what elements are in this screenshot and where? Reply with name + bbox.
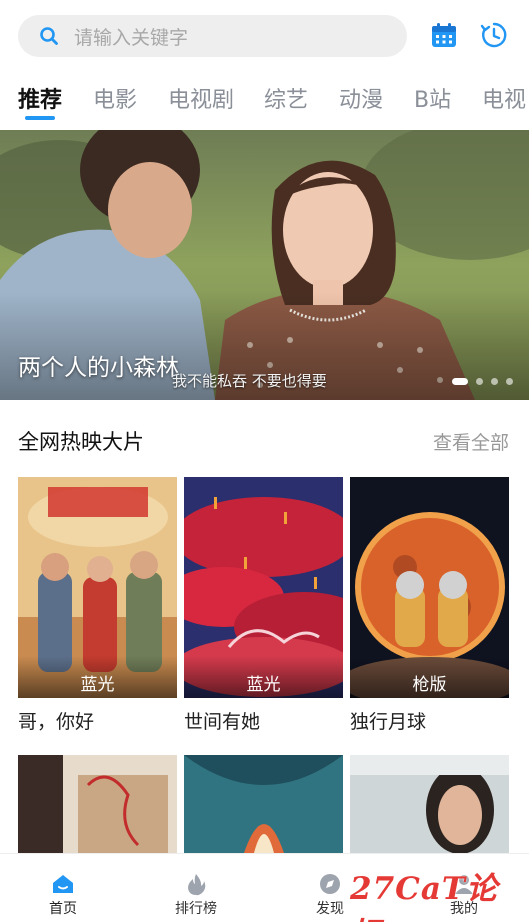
nav-label: 首页 [49,901,77,917]
banner-subtitle: 我不能私吞 不要也得要 [172,372,327,390]
view-all-link[interactable]: 查看全部 [433,428,509,455]
home-icon [53,875,73,893]
calendar-icon[interactable] [429,20,459,50]
nav-home[interactable]: 首页 [18,854,108,922]
search-placeholder: 请输入关键字 [74,26,189,49]
movie-title: 独行月球 [350,711,427,733]
pagination-dot[interactable] [476,378,483,385]
fire-icon [188,874,206,896]
watermark: 27CaT论坛 [350,871,498,922]
banner-title: 两个人的小森林 [18,355,179,381]
section-title: 全网热映大片 [18,430,144,454]
nav-label: 排行榜 [175,901,217,917]
pagination-dot[interactable] [506,378,513,385]
movie-poster: 枪版 [350,477,509,698]
top-bar: 请输入关键字 [0,0,529,70]
pagination-dot[interactable] [452,378,468,385]
section-header: 全网热映大片 查看全部 [18,424,509,458]
category-tabs: 推荐 电影 电视剧 综艺 动漫 B站 电视 [0,78,529,126]
quality-badge: 枪版 [350,656,509,698]
tab-anime[interactable]: 动漫 [339,82,383,114]
history-clock-icon[interactable] [479,20,509,50]
search-bar[interactable]: 请输入关键字 [18,15,407,57]
hero-banner[interactable]: 两个人的小森林 我不能私吞 不要也得要 [0,130,529,400]
active-tab-indicator [25,116,55,120]
tab-tv[interactable]: 电视 [482,82,526,114]
tab-bilibili[interactable]: B站 [414,82,451,114]
movie-title: 哥，你好 [18,711,95,733]
movie-title: 世间有她 [184,711,261,733]
movie-poster [18,755,177,853]
quality-badge: 蓝光 [18,656,177,698]
search-icon [40,27,58,45]
quality-badge: 蓝光 [184,656,343,698]
movie-poster [350,755,509,853]
tab-tv-series[interactable]: 电视剧 [168,82,234,114]
tab-recommend[interactable]: 推荐 [18,82,62,114]
movie-poster: 蓝光 [184,477,343,698]
movie-poster: 蓝光 [18,477,177,698]
discover-icon [320,874,340,894]
banner-pagination [452,378,513,385]
nav-ranking[interactable]: 排行榜 [151,854,241,922]
tab-variety[interactable]: 综艺 [264,82,308,114]
pagination-dot[interactable] [491,378,498,385]
tab-movies[interactable]: 电影 [93,82,137,114]
movie-poster [184,755,343,853]
